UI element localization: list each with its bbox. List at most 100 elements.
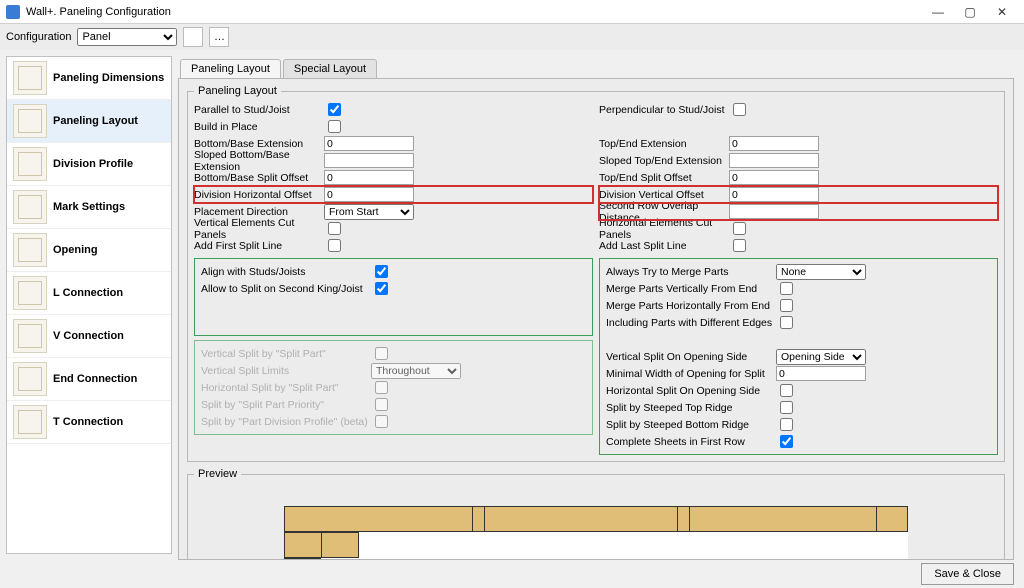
sidebar-item-paneling-dimensions[interactable]: Paneling Dimensions	[7, 57, 171, 100]
paneling-layout-legend: Paneling Layout	[194, 85, 281, 97]
field-label: Top/End Extension	[599, 138, 729, 150]
sidebar-item-label: Paneling Dimensions	[53, 72, 164, 84]
sidebar-item-label: Mark Settings	[53, 201, 125, 213]
field-label: Sloped Bottom/Base Extension	[194, 149, 324, 173]
field-label: Split by Steeped Bottom Ridge	[606, 419, 776, 431]
close-button[interactable]: ✕	[986, 5, 1018, 19]
sidebar-item-mark-settings[interactable]: Mark Settings	[7, 186, 171, 229]
preview-canvas	[284, 506, 908, 560]
field-row: Split by Steeped Bottom Ridge	[606, 416, 991, 433]
field-label: Split by Steeped Top Ridge	[606, 402, 776, 414]
layout-division-vertical-offset[interactable]	[729, 187, 819, 202]
merge-complete-sheets-in-first-row[interactable]	[780, 435, 793, 448]
align-align-with-studs-joists[interactable]	[375, 265, 388, 278]
sidebar-item-opening[interactable]: Opening	[7, 229, 171, 272]
preview-group: Preview	[187, 468, 1005, 560]
field-label: Split by "Part Division Profile" (beta)	[201, 416, 371, 428]
layout-bottom-base-extension[interactable]	[324, 136, 414, 151]
sidebar-item-l-connection[interactable]: L Connection	[7, 272, 171, 315]
layout-placement-direction[interactable]: From Start	[324, 204, 414, 220]
maximize-button[interactable]: ▢	[954, 5, 986, 19]
content-panel: Paneling Layout Parallel to Stud/JoistBu…	[178, 78, 1014, 560]
minimize-button[interactable]: —	[922, 5, 954, 19]
layout-vertical-elements-cut-panels[interactable]	[328, 222, 341, 235]
configuration-label: Configuration	[6, 31, 71, 43]
split-split-by-part-division-profile-beta-[interactable]	[375, 415, 388, 428]
field-label: Build in Place	[194, 121, 324, 133]
sidebar-item-label: L Connection	[53, 287, 123, 299]
save-close-button[interactable]: Save & Close	[921, 563, 1014, 585]
field-row	[606, 331, 991, 348]
sidebar-item-label: Opening	[53, 244, 98, 256]
split-vertical-split-by-split-part-[interactable]	[375, 347, 388, 360]
sidebar-item-label: V Connection	[53, 330, 124, 342]
field-label: Align with Studs/Joists	[201, 266, 371, 278]
field-label: Vertical Split Limits	[201, 365, 371, 377]
config-button-1[interactable]	[183, 27, 203, 47]
layout-add-first-split-line[interactable]	[328, 239, 341, 252]
merge-split-by-steeped-bottom-ridge[interactable]	[780, 418, 793, 431]
field-label: Division Horizontal Offset	[194, 189, 324, 201]
footer: Save & Close	[0, 560, 1024, 588]
split-horizontal-split-by-split-part-[interactable]	[375, 381, 388, 394]
merge-minimal-width-of-opening-for-split[interactable]	[776, 366, 866, 381]
sidebar-item-t-connection[interactable]: T Connection	[7, 401, 171, 444]
field-label: Perpendicular to Stud/Joist	[599, 104, 729, 116]
layout-sloped-top-end-extension[interactable]	[729, 153, 819, 168]
sidebar-thumb-icon	[13, 405, 47, 439]
field-row: Split by "Part Division Profile" (beta)	[201, 413, 586, 430]
field-label: Horizontal Split On Opening Side	[606, 385, 776, 397]
field-label: Bottom/Base Split Offset	[194, 172, 324, 184]
paneling-layout-group: Paneling Layout Parallel to Stud/JoistBu…	[187, 85, 1005, 462]
field-label: Vertical Split by "Split Part"	[201, 348, 371, 360]
field-label: Top/End Split Offset	[599, 172, 729, 184]
merge-including-parts-with-different-edges[interactable]	[780, 316, 793, 329]
sidebar-item-division-profile[interactable]: Division Profile	[7, 143, 171, 186]
layout-top-end-extension[interactable]	[729, 136, 819, 151]
field-label: Horizontal Split by "Split Part"	[201, 382, 371, 394]
sidebar-thumb-icon	[13, 233, 47, 267]
align-allow-to-split-on-second-king-joist[interactable]	[375, 282, 388, 295]
merge-merge-parts-vertically-from-end[interactable]	[780, 282, 793, 295]
layout-build-in-place[interactable]	[328, 120, 341, 133]
sidebar-thumb-icon	[13, 362, 47, 396]
merge-merge-parts-horizontally-from-end[interactable]	[780, 299, 793, 312]
merge-always-try-to-merge-parts[interactable]: None	[776, 264, 866, 280]
layout-add-last-split-line[interactable]	[733, 239, 746, 252]
configuration-select[interactable]: Panel	[77, 28, 177, 46]
field-label: Vertical Elements Cut Panels	[194, 217, 324, 241]
sidebar-item-end-connection[interactable]: End Connection	[7, 358, 171, 401]
sidebar-thumb-icon	[13, 61, 47, 95]
layout-division-horizontal-offset[interactable]	[324, 187, 414, 202]
layout-top-end-split-offset[interactable]	[729, 170, 819, 185]
merge-vertical-split-on-opening-side[interactable]: Opening Side	[776, 349, 866, 365]
field-row: Sloped Bottom/Base Extension	[194, 152, 593, 169]
split-vertical-split-limits[interactable]: Throughout	[371, 363, 461, 379]
field-row: Complete Sheets in First Row	[606, 433, 991, 450]
merge-split-by-steeped-top-ridge[interactable]	[780, 401, 793, 414]
layout-parallel-to-stud-joist[interactable]	[328, 103, 341, 116]
field-row: Perpendicular to Stud/Joist	[599, 101, 998, 118]
field-row: Align with Studs/Joists	[201, 263, 586, 280]
split-split-by-split-part-priority-[interactable]	[375, 398, 388, 411]
window-title: Wall+. Paneling Configuration	[26, 6, 922, 18]
sidebar-item-label: Paneling Layout	[53, 115, 138, 127]
titlebar: Wall+. Paneling Configuration — ▢ ✕	[0, 0, 1024, 24]
merge-horizontal-split-on-opening-side[interactable]	[780, 384, 793, 397]
sidebar-item-v-connection[interactable]: V Connection	[7, 315, 171, 358]
tab-special-layout[interactable]: Special Layout	[283, 59, 377, 78]
sidebar-thumb-icon	[13, 276, 47, 310]
sidebar-thumb-icon	[13, 190, 47, 224]
layout-sloped-bottom-base-extension[interactable]	[324, 153, 414, 168]
config-button-2[interactable]: …	[209, 27, 229, 47]
field-row: Allow to Split on Second King/Joist	[201, 280, 586, 297]
tab-paneling-layout[interactable]: Paneling Layout	[180, 59, 281, 78]
layout-bottom-base-split-offset[interactable]	[324, 170, 414, 185]
field-label: Always Try to Merge Parts	[606, 266, 776, 278]
field-row: Top/End Extension	[599, 135, 998, 152]
layout-second-row-overlap-distance[interactable]	[729, 204, 819, 219]
layout-perpendicular-to-stud-joist[interactable]	[733, 103, 746, 116]
sidebar-item-paneling-layout[interactable]: Paneling Layout	[7, 100, 171, 143]
layout-horizontal-elements-cut-panels[interactable]	[733, 222, 746, 235]
field-row: Division Horizontal Offset	[194, 186, 593, 203]
